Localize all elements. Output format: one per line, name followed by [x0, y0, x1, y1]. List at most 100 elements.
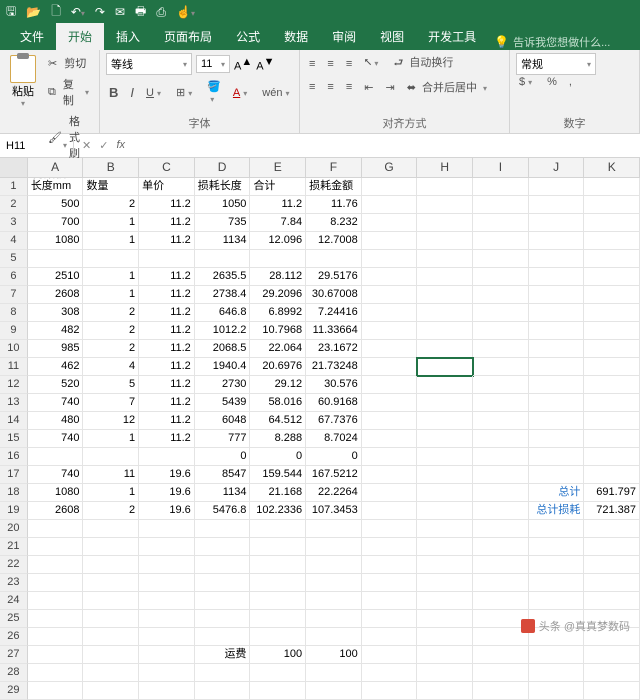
cell[interactable]: [250, 628, 306, 646]
cell[interactable]: 29.2096: [250, 286, 306, 304]
save-icon[interactable]: 🖫: [6, 2, 16, 23]
cell[interactable]: [417, 376, 473, 394]
quick-print-icon[interactable]: ⎙: [156, 5, 166, 20]
cell[interactable]: [473, 250, 529, 268]
cell[interactable]: [529, 214, 585, 232]
fill-color-button[interactable]: 🪣▾: [204, 79, 224, 106]
cell[interactable]: [417, 556, 473, 574]
cell[interactable]: [83, 646, 139, 664]
cell[interactable]: 67.7376: [306, 412, 362, 430]
cell[interactable]: [28, 520, 84, 538]
cell[interactable]: [584, 268, 640, 286]
cell[interactable]: [83, 664, 139, 682]
cell[interactable]: 1: [83, 484, 139, 502]
cell[interactable]: [362, 358, 418, 376]
cell[interactable]: [195, 538, 251, 556]
cell[interactable]: [473, 448, 529, 466]
tab-insert[interactable]: 插入: [104, 23, 152, 50]
cell[interactable]: [584, 376, 640, 394]
cell[interactable]: 28.112: [250, 268, 306, 286]
cell[interactable]: 735: [195, 214, 251, 232]
name-box[interactable]: H11▾: [0, 137, 74, 155]
cell[interactable]: 29.12: [250, 376, 306, 394]
cell[interactable]: [417, 520, 473, 538]
cell[interactable]: 167.5212: [306, 466, 362, 484]
cell[interactable]: [139, 574, 195, 592]
cell[interactable]: [362, 250, 418, 268]
align-center-icon[interactable]: ≡: [324, 80, 336, 94]
cell[interactable]: 1: [83, 232, 139, 250]
cell[interactable]: [28, 628, 84, 646]
cell[interactable]: [584, 592, 640, 610]
cell[interactable]: 12: [83, 412, 139, 430]
cell[interactable]: 0: [306, 448, 362, 466]
cell[interactable]: [529, 592, 585, 610]
cell[interactable]: [473, 574, 529, 592]
cell[interactable]: 1080: [28, 484, 84, 502]
cell[interactable]: 1134: [195, 484, 251, 502]
cell[interactable]: [250, 610, 306, 628]
cell[interactable]: 6048: [195, 412, 251, 430]
cell[interactable]: 2: [83, 340, 139, 358]
cell[interactable]: [473, 466, 529, 484]
row-header[interactable]: 12: [0, 376, 28, 394]
cell[interactable]: 11.2: [250, 196, 306, 214]
cell[interactable]: [417, 268, 473, 286]
cell[interactable]: [417, 214, 473, 232]
cell[interactable]: [139, 664, 195, 682]
align-middle-icon[interactable]: ≡: [324, 57, 336, 71]
cell[interactable]: 480: [28, 412, 84, 430]
cell[interactable]: 482: [28, 322, 84, 340]
cell[interactable]: [473, 358, 529, 376]
row-header[interactable]: 6: [0, 268, 28, 286]
cell[interactable]: [473, 592, 529, 610]
redo-icon[interactable]: ↷: [95, 5, 105, 19]
cell[interactable]: 2: [83, 502, 139, 520]
col-header[interactable]: D: [195, 158, 251, 177]
cell[interactable]: [28, 538, 84, 556]
orientation-icon[interactable]: ⭦▾: [361, 56, 384, 71]
row-header[interactable]: 26: [0, 628, 28, 646]
cell[interactable]: [362, 484, 418, 502]
cell[interactable]: [83, 610, 139, 628]
cell[interactable]: 11.2: [139, 304, 195, 322]
cell[interactable]: [139, 250, 195, 268]
cell[interactable]: [584, 574, 640, 592]
cell[interactable]: 11.2: [139, 412, 195, 430]
cell[interactable]: [195, 682, 251, 700]
cell[interactable]: [529, 322, 585, 340]
cell[interactable]: 11.33664: [306, 322, 362, 340]
cell[interactable]: [529, 448, 585, 466]
cell[interactable]: [306, 250, 362, 268]
cell[interactable]: [306, 520, 362, 538]
cell[interactable]: [529, 466, 585, 484]
row-header[interactable]: 27: [0, 646, 28, 664]
cell[interactable]: [250, 520, 306, 538]
open-icon[interactable]: 📂: [26, 5, 41, 19]
cell[interactable]: [250, 556, 306, 574]
col-header[interactable]: G: [362, 158, 418, 177]
cell[interactable]: [362, 214, 418, 232]
cell[interactable]: [417, 232, 473, 250]
cell[interactable]: [362, 610, 418, 628]
cell[interactable]: 8.7024: [306, 430, 362, 448]
cell[interactable]: [306, 682, 362, 700]
cell[interactable]: [417, 322, 473, 340]
cell[interactable]: [417, 394, 473, 412]
cell[interactable]: [83, 628, 139, 646]
align-left-icon[interactable]: ≡: [306, 80, 318, 94]
undo-icon[interactable]: ↶▾: [71, 5, 85, 19]
cell[interactable]: 损耗金额: [306, 178, 362, 196]
cell[interactable]: [584, 196, 640, 214]
cell[interactable]: [529, 376, 585, 394]
cell[interactable]: [139, 520, 195, 538]
row-header[interactable]: 3: [0, 214, 28, 232]
row-header[interactable]: 5: [0, 250, 28, 268]
cell[interactable]: [362, 322, 418, 340]
cell[interactable]: [473, 322, 529, 340]
cell[interactable]: 11.2: [139, 340, 195, 358]
cell[interactable]: 12.096: [250, 232, 306, 250]
cell[interactable]: [473, 394, 529, 412]
col-header[interactable]: F: [306, 158, 362, 177]
cell[interactable]: [584, 214, 640, 232]
